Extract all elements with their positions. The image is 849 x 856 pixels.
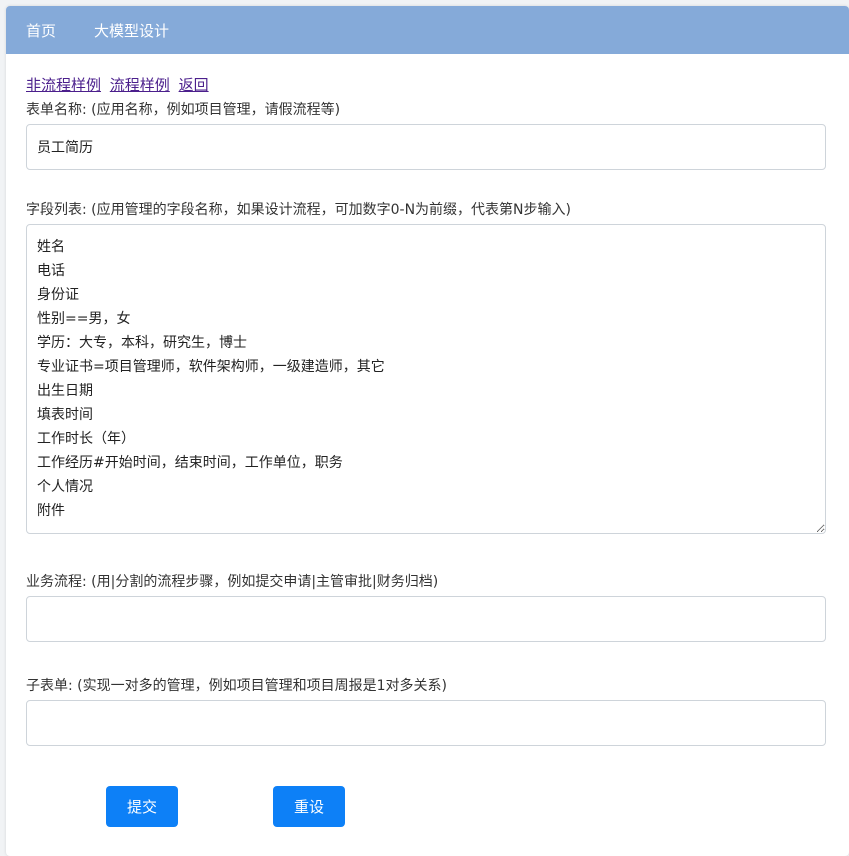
form-name-input[interactable] <box>26 124 826 170</box>
flow-sample-link[interactable]: 流程样例 <box>110 76 170 94</box>
app-frame: 首页 大模型设计 非流程样例 流程样例 返回 表单名称: (应用名称，例如项目管… <box>6 6 849 856</box>
form-name-label: 表单名称: (应用名称，例如项目管理，请假流程等) <box>26 102 341 118</box>
main-content: 非流程样例 流程样例 返回 表单名称: (应用名称，例如项目管理，请假流程等) … <box>6 54 849 827</box>
subform-label: 子表单: (实现一对多的管理，例如项目管理和项目周报是1对多关系) <box>26 678 447 694</box>
form-buttons: 提交 重设 <box>26 786 826 827</box>
workflow-input[interactable] <box>26 596 826 642</box>
nav-home-link[interactable]: 首页 <box>26 20 56 41</box>
non-flow-sample-link[interactable]: 非流程样例 <box>26 76 101 94</box>
sample-links: 非流程样例 流程样例 返回 <box>26 76 826 94</box>
nav-llm-design-link[interactable]: 大模型设计 <box>94 20 169 41</box>
fields-textarea[interactable] <box>26 224 826 534</box>
submit-button[interactable]: 提交 <box>106 786 178 827</box>
reset-button[interactable]: 重设 <box>273 786 345 827</box>
subform-input[interactable] <box>26 700 826 746</box>
workflow-label: 业务流程: (用|分割的流程步骤，例如提交申请|主管审批|财务归档) <box>26 574 439 590</box>
top-navbar: 首页 大模型设计 <box>6 6 849 54</box>
back-link[interactable]: 返回 <box>179 76 209 94</box>
fields-label: 字段列表: (应用管理的字段名称，如果设计流程，可加数字0-N为前缀，代表第N步… <box>26 202 571 218</box>
